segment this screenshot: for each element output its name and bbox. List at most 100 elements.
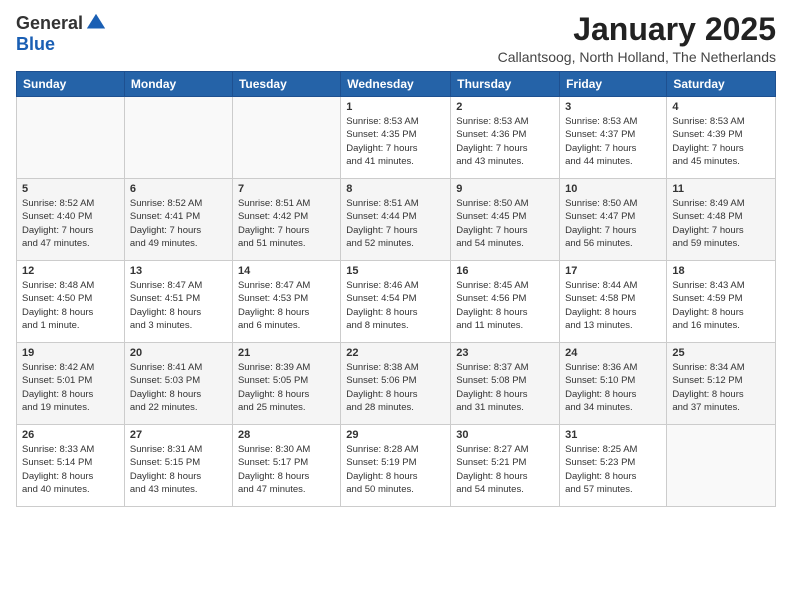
- day-info: Sunrise: 8:47 AM Sunset: 4:51 PM Dayligh…: [130, 279, 227, 332]
- calendar-cell-1-6: 11Sunrise: 8:49 AM Sunset: 4:48 PM Dayli…: [667, 179, 776, 261]
- week-row-1: 1Sunrise: 8:53 AM Sunset: 4:35 PM Daylig…: [17, 97, 776, 179]
- day-info: Sunrise: 8:53 AM Sunset: 4:37 PM Dayligh…: [565, 115, 661, 168]
- day-info: Sunrise: 8:51 AM Sunset: 4:42 PM Dayligh…: [238, 197, 335, 250]
- calendar-cell-2-2: 14 Sunrise: 8:47 AM Sunset: 4:53 PM Dayli…: [232, 261, 340, 343]
- calendar-cell-1-3: 8 Sunrise: 8:51 AM Sunset: 4:44 PM Daylig…: [341, 179, 451, 261]
- day-info: Sunrise: 8:50 AM Sunset: 4:45 PM Dayligh…: [456, 197, 554, 250]
- day-number: 13: [130, 265, 227, 277]
- day-info: Sunrise: 8:25 AM Sunset: 5:23 PM Dayligh…: [565, 443, 661, 496]
- calendar-cell-0-2: [232, 97, 340, 179]
- day-info: Sunrise: 8:43 AM Sunset: 4:59 PM Dayligh…: [672, 279, 770, 332]
- weekday-header-row: Sunday Monday Tuesday Wednesday Thursday…: [17, 72, 776, 97]
- month-title: January 2025: [498, 12, 776, 47]
- header: General Blue January 2025 Callantsoog, N…: [16, 12, 776, 65]
- day-number: 11: [672, 183, 770, 195]
- calendar-cell-0-6: 4Sunrise: 8:53 AM Sunset: 4:39 PM Daylig…: [667, 97, 776, 179]
- day-info: Sunrise: 8:48 AM Sunset: 4:50 PM Dayligh…: [22, 279, 119, 332]
- day-info: Sunrise: 8:53 AM Sunset: 4:35 PM Dayligh…: [346, 115, 445, 168]
- header-sunday: Sunday: [17, 72, 125, 97]
- day-number: 15: [346, 265, 445, 277]
- logo-general-text: General: [16, 13, 83, 34]
- header-friday: Friday: [560, 72, 667, 97]
- day-number: 18: [672, 265, 770, 277]
- calendar-cell-4-3: 29 Sunrise: 8:28 AM Sunset: 5:19 PM Dayli…: [341, 425, 451, 507]
- day-number: 8: [346, 183, 445, 195]
- page: General Blue January 2025 Callantsoog, N…: [0, 0, 792, 612]
- header-monday: Monday: [124, 72, 232, 97]
- day-info: Sunrise: 8:31 AM Sunset: 5:15 PM Dayligh…: [130, 443, 227, 496]
- day-number: 7: [238, 183, 335, 195]
- day-number: 20: [130, 347, 227, 359]
- subtitle: Callantsoog, North Holland, The Netherla…: [498, 49, 776, 65]
- calendar-cell-0-0: [17, 97, 125, 179]
- day-info: Sunrise: 8:47 AM Sunset: 4:53 PM Dayligh…: [238, 279, 335, 332]
- logo-icon: [85, 12, 107, 34]
- day-info: Sunrise: 8:37 AM Sunset: 5:08 PM Dayligh…: [456, 361, 554, 414]
- calendar-cell-0-4: 2 Sunrise: 8:53 AM Sunset: 4:36 PM Daylig…: [451, 97, 560, 179]
- day-number: 19: [22, 347, 119, 359]
- day-info: Sunrise: 8:52 AM Sunset: 4:40 PM Dayligh…: [22, 197, 119, 250]
- week-row-2: 5 Sunrise: 8:52 AM Sunset: 4:40 PM Daylig…: [17, 179, 776, 261]
- title-area: January 2025 Callantsoog, North Holland,…: [498, 12, 776, 65]
- day-info: Sunrise: 8:50 AM Sunset: 4:47 PM Dayligh…: [565, 197, 661, 250]
- calendar-cell-3-6: 25 Sunrise: 8:34 AM Sunset: 5:12 PM Dayli…: [667, 343, 776, 425]
- day-info: Sunrise: 8:42 AM Sunset: 5:01 PM Dayligh…: [22, 361, 119, 414]
- calendar-cell-1-1: 6Sunrise: 8:52 AM Sunset: 4:41 PM Daylig…: [124, 179, 232, 261]
- day-info: Sunrise: 8:51 AM Sunset: 4:44 PM Dayligh…: [346, 197, 445, 250]
- calendar-cell-1-4: 9Sunrise: 8:50 AM Sunset: 4:45 PM Daylig…: [451, 179, 560, 261]
- calendar-cell-2-0: 12 Sunrise: 8:48 AM Sunset: 4:50 PM Dayli…: [17, 261, 125, 343]
- calendar-cell-2-1: 13 Sunrise: 8:47 AM Sunset: 4:51 PM Dayli…: [124, 261, 232, 343]
- calendar-cell-1-2: 7 Sunrise: 8:51 AM Sunset: 4:42 PM Daylig…: [232, 179, 340, 261]
- day-number: 30: [456, 429, 554, 441]
- calendar-cell-4-1: 27 Sunrise: 8:31 AM Sunset: 5:15 PM Dayli…: [124, 425, 232, 507]
- day-info: Sunrise: 8:53 AM Sunset: 4:36 PM Dayligh…: [456, 115, 554, 168]
- day-number: 27: [130, 429, 227, 441]
- day-number: 3: [565, 101, 661, 113]
- calendar-cell-4-4: 30 Sunrise: 8:27 AM Sunset: 5:21 PM Dayli…: [451, 425, 560, 507]
- day-info: Sunrise: 8:36 AM Sunset: 5:10 PM Dayligh…: [565, 361, 661, 414]
- header-thursday: Thursday: [451, 72, 560, 97]
- day-number: 29: [346, 429, 445, 441]
- day-number: 10: [565, 183, 661, 195]
- day-number: 17: [565, 265, 661, 277]
- calendar-cell-4-0: 26Sunrise: 8:33 AM Sunset: 5:14 PM Dayli…: [17, 425, 125, 507]
- week-row-3: 12 Sunrise: 8:48 AM Sunset: 4:50 PM Dayli…: [17, 261, 776, 343]
- day-info: Sunrise: 8:46 AM Sunset: 4:54 PM Dayligh…: [346, 279, 445, 332]
- day-info: Sunrise: 8:30 AM Sunset: 5:17 PM Dayligh…: [238, 443, 335, 496]
- day-info: Sunrise: 8:27 AM Sunset: 5:21 PM Dayligh…: [456, 443, 554, 496]
- day-number: 4: [672, 101, 770, 113]
- calendar-cell-3-0: 19 Sunrise: 8:42 AM Sunset: 5:01 PM Dayli…: [17, 343, 125, 425]
- day-info: Sunrise: 8:34 AM Sunset: 5:12 PM Dayligh…: [672, 361, 770, 414]
- calendar-cell-2-3: 15 Sunrise: 8:46 AM Sunset: 4:54 PM Dayli…: [341, 261, 451, 343]
- day-info: Sunrise: 8:38 AM Sunset: 5:06 PM Dayligh…: [346, 361, 445, 414]
- calendar-cell-3-2: 21Sunrise: 8:39 AM Sunset: 5:05 PM Dayli…: [232, 343, 340, 425]
- calendar-cell-4-2: 28Sunrise: 8:30 AM Sunset: 5:17 PM Dayli…: [232, 425, 340, 507]
- logo: General: [16, 12, 107, 34]
- logo-blue-text: Blue: [16, 34, 55, 55]
- calendar-cell-2-6: 18 Sunrise: 8:43 AM Sunset: 4:59 PM Dayli…: [667, 261, 776, 343]
- day-number: 5: [22, 183, 119, 195]
- calendar: Sunday Monday Tuesday Wednesday Thursday…: [16, 71, 776, 507]
- calendar-cell-3-5: 24Sunrise: 8:36 AM Sunset: 5:10 PM Dayli…: [560, 343, 667, 425]
- calendar-cell-2-4: 16Sunrise: 8:45 AM Sunset: 4:56 PM Dayli…: [451, 261, 560, 343]
- header-tuesday: Tuesday: [232, 72, 340, 97]
- logo-area: General Blue: [16, 12, 107, 55]
- day-number: 6: [130, 183, 227, 195]
- day-number: 14: [238, 265, 335, 277]
- calendar-cell-2-5: 17 Sunrise: 8:44 AM Sunset: 4:58 PM Dayli…: [560, 261, 667, 343]
- day-number: 22: [346, 347, 445, 359]
- calendar-cell-0-1: [124, 97, 232, 179]
- day-info: Sunrise: 8:33 AM Sunset: 5:14 PM Dayligh…: [22, 443, 119, 496]
- calendar-cell-0-3: 1Sunrise: 8:53 AM Sunset: 4:35 PM Daylig…: [341, 97, 451, 179]
- day-number: 2: [456, 101, 554, 113]
- calendar-cell-0-5: 3 Sunrise: 8:53 AM Sunset: 4:37 PM Daylig…: [560, 97, 667, 179]
- day-info: Sunrise: 8:28 AM Sunset: 5:19 PM Dayligh…: [346, 443, 445, 496]
- day-number: 25: [672, 347, 770, 359]
- week-row-4: 19 Sunrise: 8:42 AM Sunset: 5:01 PM Dayli…: [17, 343, 776, 425]
- day-number: 21: [238, 347, 335, 359]
- day-number: 31: [565, 429, 661, 441]
- calendar-cell-3-4: 23Sunrise: 8:37 AM Sunset: 5:08 PM Dayli…: [451, 343, 560, 425]
- day-info: Sunrise: 8:44 AM Sunset: 4:58 PM Dayligh…: [565, 279, 661, 332]
- header-saturday: Saturday: [667, 72, 776, 97]
- day-number: 12: [22, 265, 119, 277]
